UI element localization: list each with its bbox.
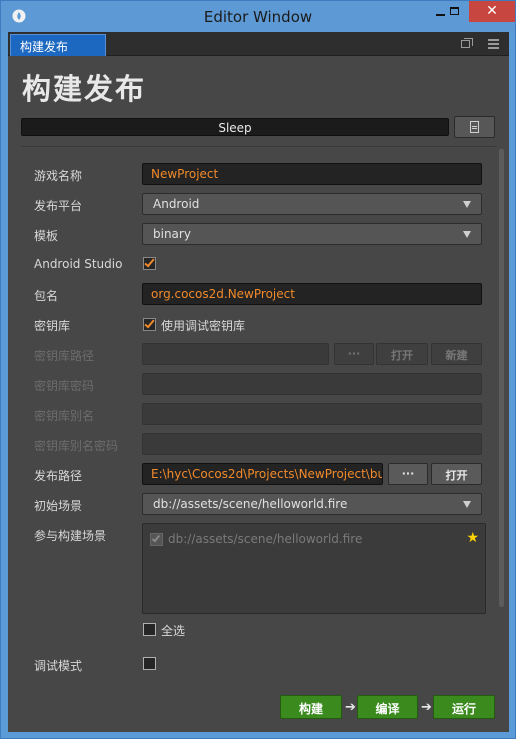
platform-value: Android <box>153 197 200 211</box>
run-button[interactable]: 运行 <box>433 695 495 719</box>
popout-icon[interactable] <box>460 37 474 51</box>
template-value: binary <box>153 227 191 241</box>
build-progress-bar: Sleep <box>21 118 449 136</box>
keystore-open-button[interactable]: 打开 <box>376 343 428 365</box>
keystore-path-input[interactable] <box>142 343 329 365</box>
close-icon: ✕ <box>486 3 498 19</box>
dropdown-caret-icon <box>463 501 471 508</box>
dropdown-caret-icon <box>463 201 471 208</box>
platform-label: 发布平台 <box>34 199 83 213</box>
star-icon: ★ <box>466 530 479 546</box>
editor-window: Editor Window ✕ 构建发布 构建发布 Sleep 游戏名称 New… <box>0 0 516 739</box>
android-studio-checkbox[interactable] <box>143 256 156 270</box>
keystore-new-button[interactable]: 新建 <box>431 343 482 365</box>
arrow-right-icon: ➔ <box>345 700 356 715</box>
game-name-label: 游戏名称 <box>34 169 83 183</box>
arrow-right-icon: ➔ <box>421 700 432 715</box>
keystore-label: 密钥库 <box>34 319 71 333</box>
menu-icon[interactable] <box>487 37 501 51</box>
debug-mode-label: 调试模式 <box>34 659 83 673</box>
start-scene-label: 初始场景 <box>34 499 83 513</box>
build-settings-form: 游戏名称 NewProject 发布平台 Android 模板 binary A… <box>8 147 509 732</box>
dropdown-caret-icon <box>463 231 471 238</box>
keystore-password-label: 密钥库密码 <box>34 379 95 393</box>
start-scene-select[interactable]: db://assets/scene/helloworld.fire <box>142 493 482 515</box>
maximize-icon <box>450 7 459 15</box>
tab-strip: 构建发布 <box>8 32 509 56</box>
build-path-input[interactable]: E:\hyc\Cocos2d\Projects\NewProject\build <box>142 463 383 485</box>
maximize-button[interactable] <box>442 1 469 22</box>
checkmark-icon <box>144 317 155 329</box>
keystore-browse-button[interactable]: ··· <box>334 343 374 365</box>
progress-status: Sleep <box>218 121 252 135</box>
build-scenes-list[interactable]: db://assets/scene/helloworld.fire ★ <box>142 523 486 614</box>
keystore-alias-password-input[interactable] <box>142 433 482 455</box>
scene-checkbox[interactable] <box>150 533 163 546</box>
scrollbar[interactable] <box>499 149 504 607</box>
debug-keystore-checkbox[interactable] <box>143 317 156 331</box>
keystore-alias-label: 密钥库别名 <box>34 409 95 423</box>
build-button[interactable]: 构建 <box>280 695 342 719</box>
package-label: 包名 <box>34 289 59 303</box>
checkmark-icon <box>151 533 161 543</box>
debug-mode-checkbox[interactable] <box>143 657 156 670</box>
template-label: 模板 <box>34 229 59 243</box>
keystore-alias-input[interactable] <box>142 403 482 425</box>
start-scene-value: db://assets/scene/helloworld.fire <box>153 497 348 511</box>
keystore-path-label: 密钥库路径 <box>34 349 95 363</box>
platform-select[interactable]: Android <box>142 193 482 215</box>
build-path-label: 发布路径 <box>34 469 83 483</box>
package-input[interactable]: org.cocos2d.NewProject <box>142 283 482 305</box>
page-title: 构建发布 <box>22 72 147 106</box>
build-path-browse-button[interactable]: ··· <box>388 463 428 485</box>
game-name-input[interactable]: NewProject <box>142 163 482 185</box>
list-item[interactable]: db://assets/scene/helloworld.fire <box>168 532 362 546</box>
checkmark-icon <box>144 256 155 268</box>
build-path-open-button[interactable]: 打开 <box>431 463 482 485</box>
panel-client: 构建发布 构建发布 Sleep 游戏名称 NewProject 发布平台 And… <box>8 32 509 732</box>
title-bar[interactable]: Editor Window ✕ <box>1 1 515 32</box>
document-icon <box>470 121 479 133</box>
open-log-button[interactable] <box>454 116 495 138</box>
select-all-checkbox[interactable] <box>143 623 156 636</box>
compile-button[interactable]: 编译 <box>357 695 418 719</box>
keystore-alias-password-label: 密钥库别名密码 <box>34 439 119 453</box>
debug-keystore-label: 使用调试密钥库 <box>161 319 246 333</box>
build-scenes-label: 参与构建场景 <box>34 529 107 543</box>
tab-build-publish[interactable]: 构建发布 <box>10 34 106 56</box>
template-select[interactable]: binary <box>142 223 482 245</box>
close-button[interactable]: ✕ <box>469 1 515 22</box>
keystore-password-input[interactable] <box>142 373 482 395</box>
select-all-label: 全选 <box>161 624 186 638</box>
android-studio-label: Android Studio <box>34 257 123 271</box>
